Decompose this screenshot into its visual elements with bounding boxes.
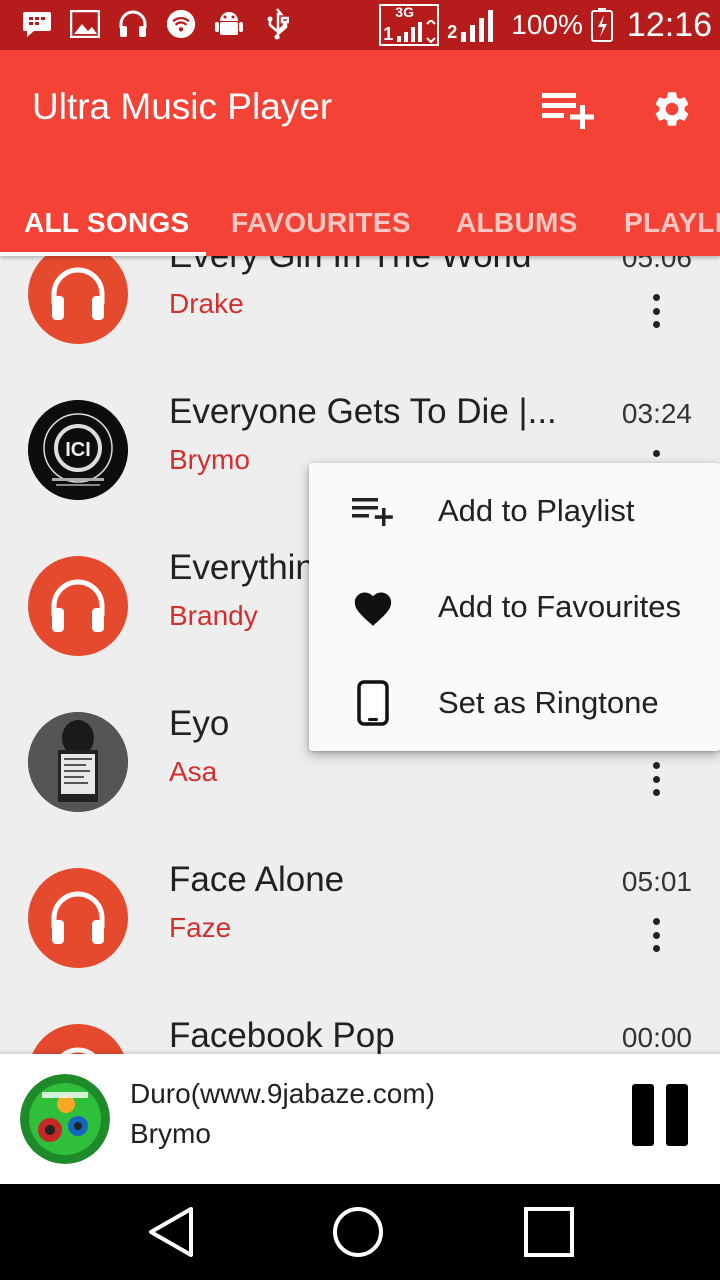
clock: 12:16 <box>626 5 712 44</box>
status-bar: 3G 1 2 100% 12:16 <box>0 0 720 50</box>
app-title: Ultra Music Player <box>32 86 333 127</box>
song-title: Every Girl In The World <box>169 256 531 276</box>
now-playing-bar[interactable]: Duro(www.9jabaze.com) Brymo <box>0 1054 720 1184</box>
now-playing-album-art <box>20 1074 110 1164</box>
more-vert-icon[interactable] <box>642 290 670 332</box>
playlist-add-icon <box>542 93 594 129</box>
song-row[interactable]: Face Alone Faze 05:01 <box>0 840 720 996</box>
headphones-icon <box>28 556 128 656</box>
tab-all-songs[interactable]: ALL SONGS <box>24 190 190 256</box>
song-artist: Faze <box>169 912 232 943</box>
app-bar: Ultra Music Player ALL SONGS FAVOURITES … <box>0 50 720 256</box>
tab-favourites[interactable]: FAVOURITES <box>231 190 411 256</box>
now-playing-artist: Brymo <box>130 1118 211 1149</box>
add-to-playlist-button[interactable] <box>538 84 598 134</box>
song-duration: 03:24 <box>621 398 692 429</box>
tab-bar: ALL SONGS FAVOURITES ALBUMS PLAYLISTS <box>0 190 720 256</box>
recents-button[interactable] <box>519 1202 579 1262</box>
headphones-icon <box>28 1024 128 1054</box>
menu-item-label: Add to Playlist <box>438 493 635 528</box>
heart-icon <box>349 583 397 631</box>
phone-icon <box>349 679 397 727</box>
song-artist: Brandy <box>169 600 258 631</box>
signal-sim2-icon: 2 <box>447 4 503 46</box>
song-duration: 05:01 <box>621 866 692 897</box>
system-nav-bar <box>0 1184 720 1280</box>
menu-item-label: Add to Favourites <box>438 589 681 624</box>
android-debug-icon <box>214 8 244 40</box>
svg-text:ICI: ICI <box>65 439 91 461</box>
song-artist: Brymo <box>169 444 250 475</box>
sim2-label: 2 <box>447 22 458 42</box>
song-title: Everyone Gets To Die |... <box>169 392 557 431</box>
home-icon <box>333 1207 383 1257</box>
usb-icon <box>262 8 292 40</box>
bbm-icon <box>22 8 52 40</box>
back-button[interactable] <box>140 1202 200 1262</box>
album-art: ICI <box>28 400 128 500</box>
song-context-menu: Add to Playlist Add to Favourites Set as… <box>309 463 720 751</box>
back-icon <box>149 1207 193 1257</box>
now-playing-title: Duro(www.9jabaze.com) <box>130 1078 435 1109</box>
menu-item-set-as-ringtone[interactable]: Set as Ringtone <box>309 655 720 751</box>
album-art <box>28 712 128 812</box>
headphones-icon <box>28 868 128 968</box>
song-artist: Drake <box>169 288 244 319</box>
sim1-label: 1 <box>383 24 394 44</box>
tab-albums[interactable]: ALBUMS <box>456 190 578 256</box>
gear-icon <box>655 92 689 126</box>
menu-item-add-to-playlist[interactable]: Add to Playlist <box>309 463 720 559</box>
home-button[interactable] <box>328 1202 388 1262</box>
menu-item-add-to-favourites[interactable]: Add to Favourites <box>309 559 720 655</box>
tab-playlists[interactable]: PLAYLISTS <box>624 190 720 256</box>
playlist-add-icon <box>349 487 397 535</box>
battery-percent: 100% <box>511 9 583 40</box>
signal-sim1-icon: 3G 1 <box>379 4 440 46</box>
song-title: Face Alone <box>169 860 345 899</box>
tab-indicator <box>0 252 206 256</box>
recents-icon <box>524 1207 574 1257</box>
song-row[interactable]: Every Girl In The World Drake 05:06 <box>0 256 720 372</box>
menu-item-label: Set as Ringtone <box>438 685 659 720</box>
network-type-label: 3G <box>395 4 414 20</box>
more-vert-icon[interactable] <box>642 914 670 956</box>
song-duration: 05:06 <box>621 256 692 273</box>
pause-button[interactable] <box>632 1084 688 1146</box>
pause-icon <box>632 1084 654 1146</box>
song-title: Facebook Pop <box>169 1016 395 1054</box>
song-row[interactable]: Facebook Pop 00:00 <box>0 996 720 1054</box>
song-duration: 00:00 <box>621 1022 692 1053</box>
song-artist: Asa <box>169 756 218 787</box>
headphones-icon <box>28 256 128 344</box>
more-vert-icon[interactable] <box>642 758 670 800</box>
battery-charging-icon <box>590 8 613 42</box>
image-icon <box>70 8 100 40</box>
headphones-icon <box>118 8 148 40</box>
wifi-icon <box>166 8 196 40</box>
song-title: Eyo <box>169 704 230 743</box>
settings-button[interactable] <box>642 84 702 134</box>
